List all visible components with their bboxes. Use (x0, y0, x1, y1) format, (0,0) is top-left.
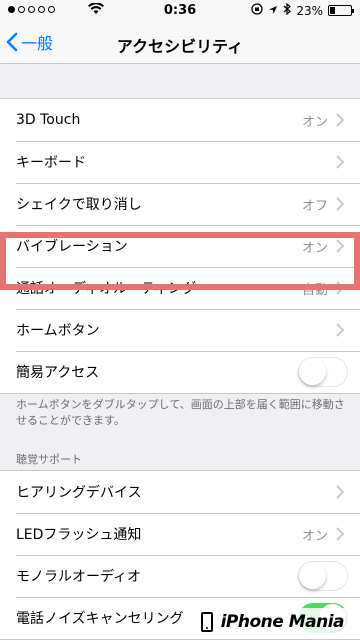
chevron-right-icon (336, 323, 346, 337)
row-label: LEDフラッシュ通知 (16, 527, 142, 543)
row-value: オン (301, 240, 328, 256)
battery-percent: 23% (296, 3, 323, 18)
row-value: オフ (301, 198, 328, 214)
row-label: シェイクで取り消し (16, 197, 142, 213)
phone-icon (200, 612, 213, 632)
row-label: モノラルオーディオ (16, 569, 142, 585)
row-label: バイブレーション (16, 239, 128, 255)
row-label: キーボード (16, 155, 86, 171)
row-label: ヒアリングデバイス (16, 485, 142, 501)
row-vibration[interactable]: バイブレーション オン (0, 225, 360, 267)
row-label: 3D Touch (16, 112, 81, 128)
row-call-audio-routing[interactable]: 通話オーディオルーティング 自動 (0, 267, 360, 309)
rotation-lock-icon (251, 3, 263, 18)
row-value: オン (301, 528, 328, 544)
battery-icon (328, 5, 354, 16)
bluetooth-icon (283, 2, 292, 18)
chevron-right-icon (336, 281, 346, 295)
chevron-right-icon (336, 527, 346, 541)
row-label: 通話オーディオルーティング (16, 281, 197, 297)
navigation-bar: 一般 アクセシビリティ (0, 22, 360, 64)
location-icon (268, 4, 278, 18)
row-hearing-devices[interactable]: ヒアリングデバイス (0, 471, 360, 513)
accessibility-group-interaction: 3D Touch オン キーボード シェイクで取り消し オフ バイブレーション … (0, 98, 360, 394)
watermark-text: iPhone Mania (220, 612, 345, 632)
chevron-right-icon (336, 485, 346, 499)
row-label: 簡易アクセス (16, 365, 100, 381)
row-mono-audio: モノラルオーディオ (0, 555, 360, 597)
row-label: ホームボタン (16, 323, 100, 339)
chevron-right-icon (336, 239, 346, 253)
reachability-toggle[interactable] (298, 357, 348, 387)
reachability-footer-note: ホームボタンをダブルタップして、画面の上部を届く範囲に移動させることができます。 (16, 398, 345, 427)
row-3d-touch[interactable]: 3D Touch オン (0, 99, 360, 141)
row-keyboard[interactable]: キーボード (0, 141, 360, 183)
chevron-right-icon (336, 155, 346, 169)
chevron-right-icon (336, 113, 346, 127)
watermark-logo: iPhone Mania (194, 608, 352, 636)
row-led-flash[interactable]: LEDフラッシュ通知 オン (0, 513, 360, 555)
row-shake-to-undo[interactable]: シェイクで取り消し オフ (0, 183, 360, 225)
page-title: アクセシビリティ (116, 37, 244, 56)
row-value: 自動 (301, 282, 328, 298)
chevron-right-icon (336, 197, 346, 211)
status-bar: 0:36 23% (0, 0, 360, 22)
hearing-section-header: 聴覚サポート (16, 453, 82, 466)
row-home-button[interactable]: ホームボタン (0, 309, 360, 351)
row-value: オン (301, 114, 328, 130)
mono-audio-toggle[interactable] (298, 561, 348, 591)
row-reachability: 簡易アクセス (0, 351, 360, 393)
